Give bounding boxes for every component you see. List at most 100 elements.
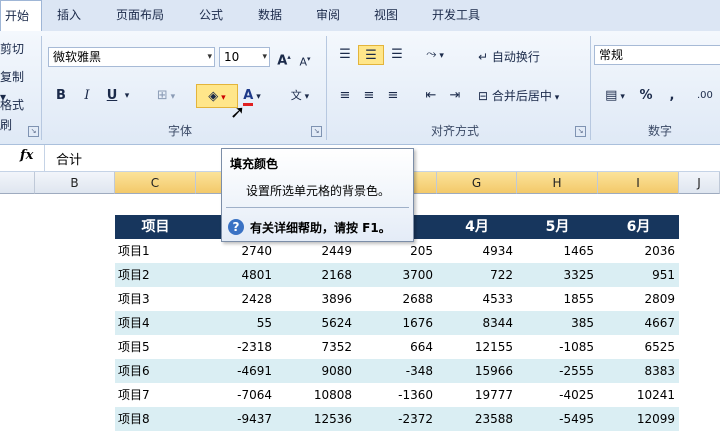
column-header-i[interactable]: I xyxy=(598,172,679,194)
table-cell[interactable]: 2688 xyxy=(356,287,437,311)
table-cell[interactable]: 1676 xyxy=(356,311,437,335)
orientation-icon[interactable]: ⤳ ▾ xyxy=(418,45,452,65)
table-cell[interactable]: -4691 xyxy=(196,359,276,383)
table-cell[interactable]: -348 xyxy=(356,359,437,383)
table-cell[interactable]: 3700 xyxy=(356,263,437,287)
column-header-a[interactable] xyxy=(0,172,35,194)
cut-button[interactable]: 剪切 xyxy=(0,39,24,59)
tab-insert[interactable]: 插入 xyxy=(57,0,81,31)
borders-button[interactable]: ⊞ ▾ xyxy=(151,86,181,106)
align-middle-icon[interactable]: ☰ xyxy=(358,45,384,65)
table-cell[interactable]: 205 xyxy=(356,239,437,263)
underline-button[interactable]: U xyxy=(102,86,122,106)
table-cell[interactable]: 1465 xyxy=(517,239,598,263)
table-cell[interactable]: 951 xyxy=(598,263,679,287)
row-label-cell[interactable]: 项目8 xyxy=(115,407,196,431)
table-cell[interactable]: 15966 xyxy=(437,359,517,383)
column-header-j[interactable]: J xyxy=(679,172,720,194)
tab-formulas[interactable]: 公式 xyxy=(199,0,223,31)
table-cell[interactable]: 7352 xyxy=(276,335,356,359)
italic-button[interactable]: I xyxy=(78,86,96,106)
percent-button[interactable]: % xyxy=(636,86,656,106)
table-cell[interactable]: 8383 xyxy=(598,359,679,383)
column-header-g[interactable]: G xyxy=(437,172,517,194)
merge-center-button[interactable]: ⊟ 合并后居中 ▾ xyxy=(478,86,586,106)
table-cell[interactable]: 664 xyxy=(356,335,437,359)
table-cell[interactable]: -2372 xyxy=(356,407,437,431)
wrap-text-button[interactable]: ↵ 自动换行 xyxy=(478,47,560,67)
number-format-combo[interactable]: 常规 xyxy=(594,45,720,65)
row-label-cell[interactable]: 项目1 xyxy=(115,239,196,263)
table-cell[interactable]: -2318 xyxy=(196,335,276,359)
grow-font-button[interactable]: A▴ xyxy=(275,47,293,68)
row-label-cell[interactable]: 项目3 xyxy=(115,287,196,311)
table-cell[interactable]: 2036 xyxy=(598,239,679,263)
row-label-cell[interactable]: 项目7 xyxy=(115,383,196,407)
tab-page-layout[interactable]: 页面布局 xyxy=(116,0,164,31)
chevron-down-icon[interactable]: ▾ xyxy=(122,86,132,106)
row-label-cell[interactable]: 项目4 xyxy=(115,311,196,335)
table-cell[interactable]: -5495 xyxy=(517,407,598,431)
table-cell[interactable]: -4025 xyxy=(517,383,598,407)
align-left-icon[interactable]: ≡ xyxy=(334,86,356,106)
font-name-combo[interactable]: 微软雅黑 ▾ xyxy=(48,47,215,67)
table-cell[interactable]: 4667 xyxy=(598,311,679,335)
table-cell[interactable]: -9437 xyxy=(196,407,276,431)
align-bottom-icon[interactable]: ☰ xyxy=(386,45,408,65)
shrink-font-button[interactable]: A▾ xyxy=(297,49,313,69)
font-launcher-icon[interactable]: ↘ xyxy=(311,126,322,137)
format-painter-button[interactable]: 格式刷 xyxy=(0,95,34,132)
table-cell[interactable]: 19777 xyxy=(437,383,517,407)
table-cell[interactable]: 5624 xyxy=(276,311,356,335)
column-header-b[interactable]: B xyxy=(35,172,115,194)
table-cell[interactable]: -7064 xyxy=(196,383,276,407)
table-cell[interactable]: 4801 xyxy=(196,263,276,287)
align-center-icon[interactable]: ≡ xyxy=(358,86,380,106)
column-header-h[interactable]: H xyxy=(517,172,598,194)
table-cell[interactable]: 23588 xyxy=(437,407,517,431)
column-header-c[interactable]: C xyxy=(115,172,196,194)
accounting-format-button[interactable]: ▤ ▾ xyxy=(598,86,632,106)
table-cell[interactable]: 2428 xyxy=(196,287,276,311)
table-cell[interactable]: 9080 xyxy=(276,359,356,383)
table-cell[interactable]: 3325 xyxy=(517,263,598,287)
table-cell[interactable]: -1360 xyxy=(356,383,437,407)
table-cell[interactable]: 10241 xyxy=(598,383,679,407)
tab-data[interactable]: 数据 xyxy=(258,0,282,31)
table-header-cell[interactable]: 项目 xyxy=(115,215,196,239)
table-cell[interactable]: 6525 xyxy=(598,335,679,359)
table-cell[interactable]: 2168 xyxy=(276,263,356,287)
row-label-cell[interactable]: 项目6 xyxy=(115,359,196,383)
table-cell[interactable]: 3896 xyxy=(276,287,356,311)
table-cell[interactable]: 8344 xyxy=(437,311,517,335)
table-cell[interactable]: 55 xyxy=(196,311,276,335)
tab-review[interactable]: 审阅 xyxy=(316,0,340,31)
table-cell[interactable]: 4934 xyxy=(437,239,517,263)
increase-indent-icon[interactable]: ⇥ xyxy=(444,86,466,106)
align-right-icon[interactable]: ≡ xyxy=(382,86,404,106)
phonetic-button[interactable]: 文 ▾ xyxy=(285,86,315,106)
table-cell[interactable]: -1085 xyxy=(517,335,598,359)
table-cell[interactable]: 4533 xyxy=(437,287,517,311)
clipboard-launcher-icon[interactable]: ↘ xyxy=(28,126,39,137)
bold-button[interactable]: B xyxy=(52,86,70,106)
table-cell[interactable]: 2809 xyxy=(598,287,679,311)
row-label-cell[interactable]: 项目2 xyxy=(115,263,196,287)
alignment-launcher-icon[interactable]: ↘ xyxy=(575,126,586,137)
table-header-cell[interactable]: 4月 xyxy=(437,215,517,239)
table-cell[interactable]: 10808 xyxy=(276,383,356,407)
table-cell[interactable]: 12155 xyxy=(437,335,517,359)
insert-function-icon[interactable]: fx xyxy=(20,148,33,163)
row-label-cell[interactable]: 项目5 xyxy=(115,335,196,359)
table-header-cell[interactable]: 5月 xyxy=(517,215,598,239)
copy-button[interactable]: 复制 ▾ xyxy=(0,67,32,104)
table-cell[interactable]: 385 xyxy=(517,311,598,335)
decrease-indent-icon[interactable]: ⇤ xyxy=(420,86,442,106)
increase-decimal-button[interactable]: .00 xyxy=(697,86,720,106)
table-header-cell[interactable]: 6月 xyxy=(598,215,679,239)
table-cell[interactable]: 12536 xyxy=(276,407,356,431)
table-cell[interactable]: 12099 xyxy=(598,407,679,431)
table-cell[interactable]: 2740 xyxy=(196,239,276,263)
tab-home[interactable]: 开始 xyxy=(0,0,42,31)
formula-input[interactable]: 合计 xyxy=(56,149,82,168)
